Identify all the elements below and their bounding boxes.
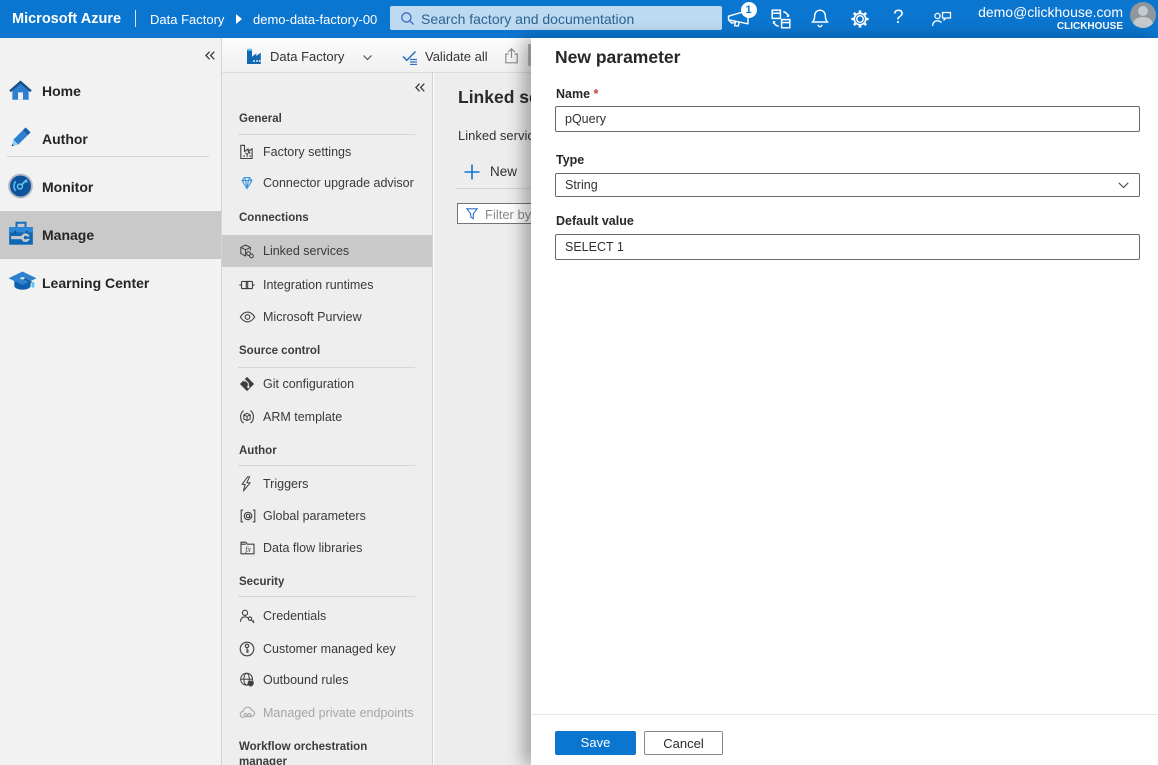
svg-text:fx: fx bbox=[245, 545, 251, 554]
